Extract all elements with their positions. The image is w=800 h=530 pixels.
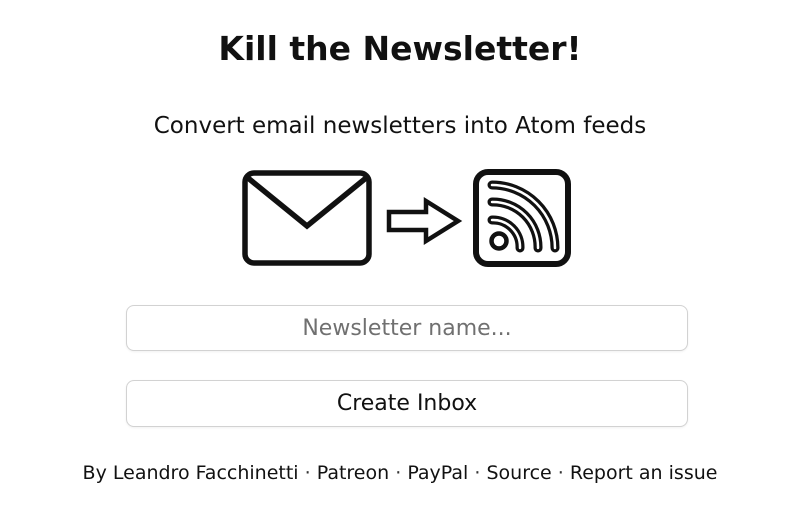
- footer-separator: ·: [395, 462, 402, 484]
- arrow-right-icon: [386, 196, 463, 246]
- footer-separator: ·: [474, 462, 481, 484]
- footer: By Leandro Facchinetti · Patreon · PayPa…: [0, 459, 800, 487]
- source-link[interactable]: Source: [486, 462, 551, 484]
- conversion-illustration: [240, 166, 576, 268]
- author-link[interactable]: Leandro Facchinetti: [113, 462, 299, 484]
- paypal-link[interactable]: PayPal: [407, 462, 468, 484]
- create-inbox-button[interactable]: Create Inbox: [126, 380, 688, 427]
- footer-separator: ·: [557, 462, 564, 484]
- footer-separator: ·: [304, 462, 311, 484]
- rss-feed-icon: [473, 169, 571, 267]
- footer-author-prefix: By: [82, 462, 107, 484]
- patreon-link[interactable]: Patreon: [317, 462, 389, 484]
- page: Kill the Newsletter! Convert email newsl…: [0, 0, 800, 530]
- page-subtitle: Convert email newsletters into Atom feed…: [153, 113, 647, 139]
- page-title: Kill the Newsletter!: [218, 29, 582, 68]
- report-issue-link[interactable]: Report an issue: [570, 462, 718, 484]
- envelope-icon: [242, 170, 372, 266]
- newsletter-name-input[interactable]: [126, 305, 688, 351]
